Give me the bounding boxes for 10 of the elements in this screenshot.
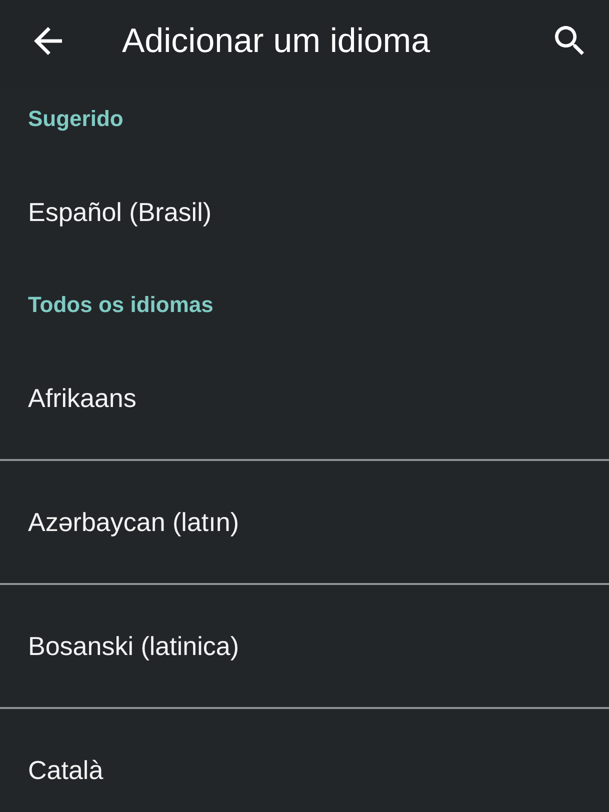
language-item[interactable]: Azərbaycan (latın): [0, 461, 609, 583]
app-bar-title: Adicionar um idioma: [122, 24, 430, 58]
language-item[interactable]: Español (Brasil): [0, 151, 609, 273]
language-item[interactable]: Afrikaans: [0, 337, 609, 459]
search-icon[interactable]: [555, 26, 584, 55]
section-header: Sugerido: [28, 108, 124, 130]
language-item[interactable]: Català: [0, 709, 609, 812]
section-header: Todos os idiomas: [28, 294, 214, 316]
language-item[interactable]: Bosanski (latinica): [0, 585, 609, 707]
back-arrow-icon[interactable]: [34, 26, 62, 54]
